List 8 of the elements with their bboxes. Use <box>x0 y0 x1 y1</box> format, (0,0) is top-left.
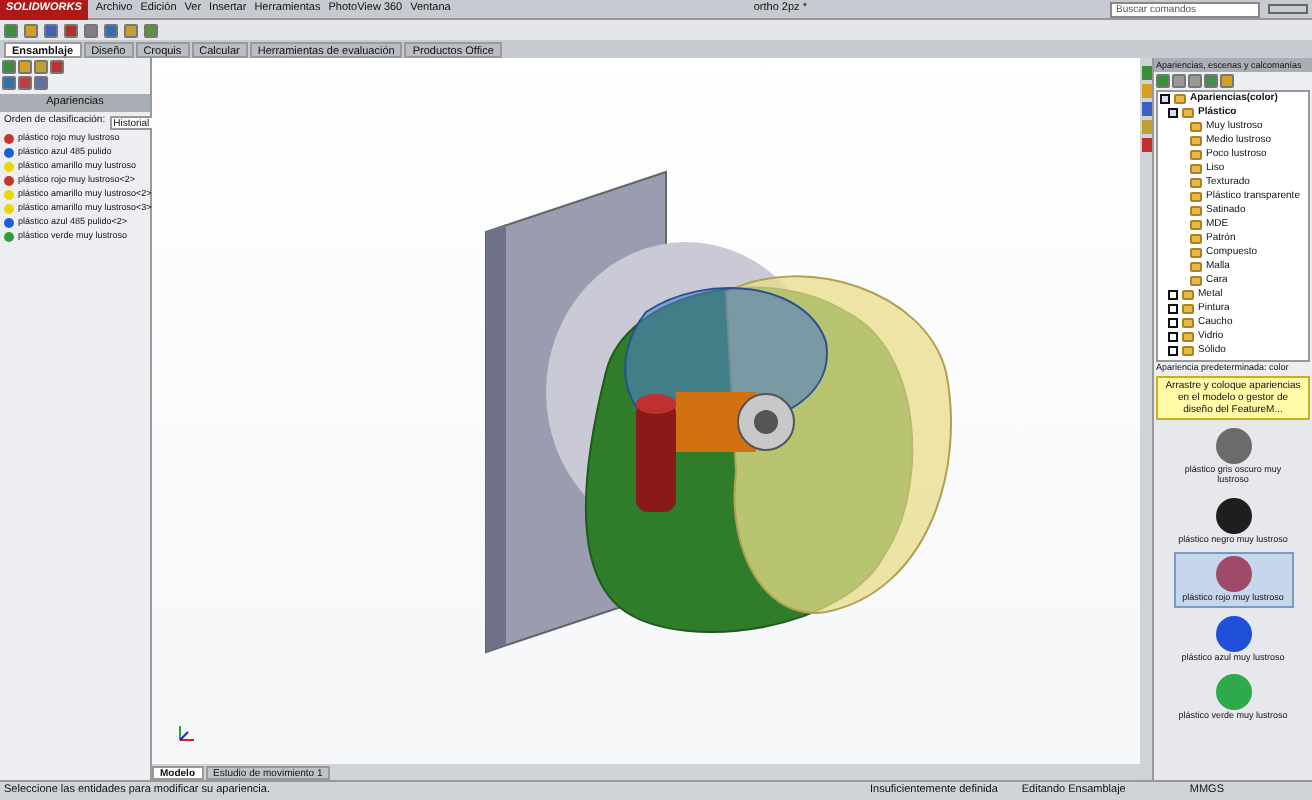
expander-icon[interactable] <box>1168 108 1178 118</box>
expander-icon[interactable] <box>1168 290 1178 300</box>
expander-icon[interactable] <box>1168 318 1178 328</box>
expander-icon[interactable] <box>1168 332 1178 342</box>
axis-triad-icon <box>176 724 196 744</box>
expander-icon[interactable] <box>1168 346 1178 356</box>
expander-icon[interactable] <box>1160 94 1170 104</box>
expander-icon[interactable] <box>1168 304 1178 314</box>
